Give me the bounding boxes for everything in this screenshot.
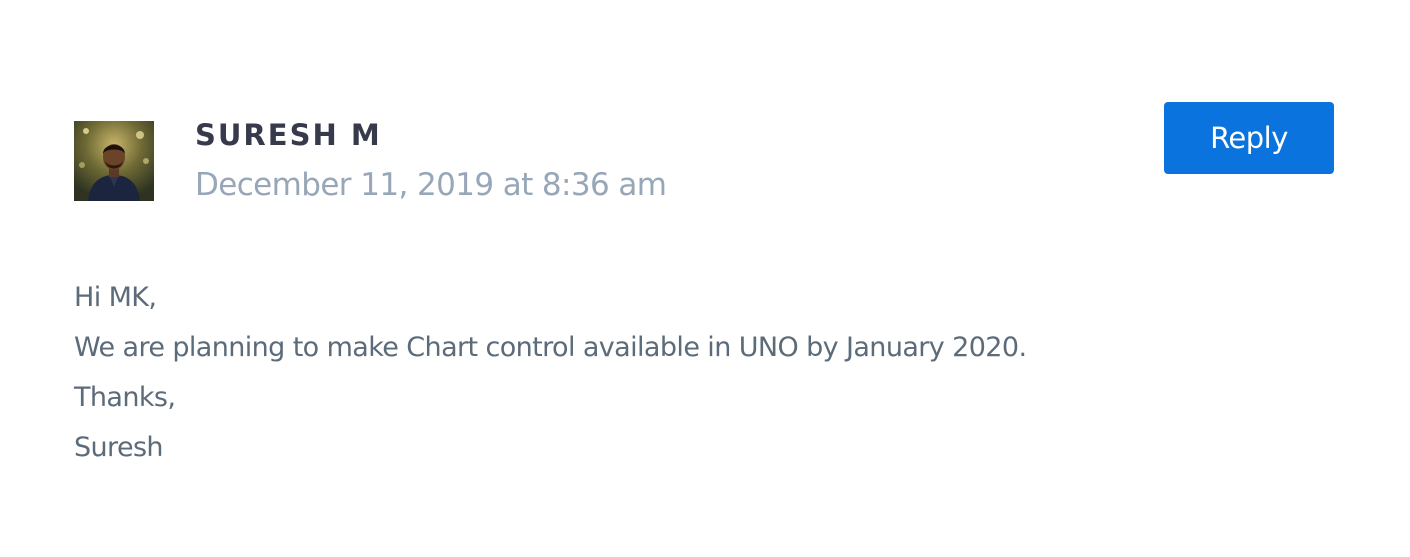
author-name: SURESH M <box>195 118 382 152</box>
avatar <box>74 121 154 201</box>
comment-body: Hi MK, We are planning to make Chart con… <box>74 273 1027 473</box>
comment-body-line: Thanks, <box>74 382 176 413</box>
comment-date[interactable]: December 11, 2019 at 8:36 am <box>195 167 667 203</box>
reply-button[interactable]: Reply <box>1164 102 1334 174</box>
avatar-photo <box>74 121 154 201</box>
comment: SURESH M December 11, 2019 at 8:36 am Re… <box>0 0 1410 557</box>
comment-body-line: Suresh <box>74 432 164 463</box>
comment-body-line: We are planning to make Chart control av… <box>74 332 1027 363</box>
comment-body-line: Hi MK, <box>74 282 157 313</box>
